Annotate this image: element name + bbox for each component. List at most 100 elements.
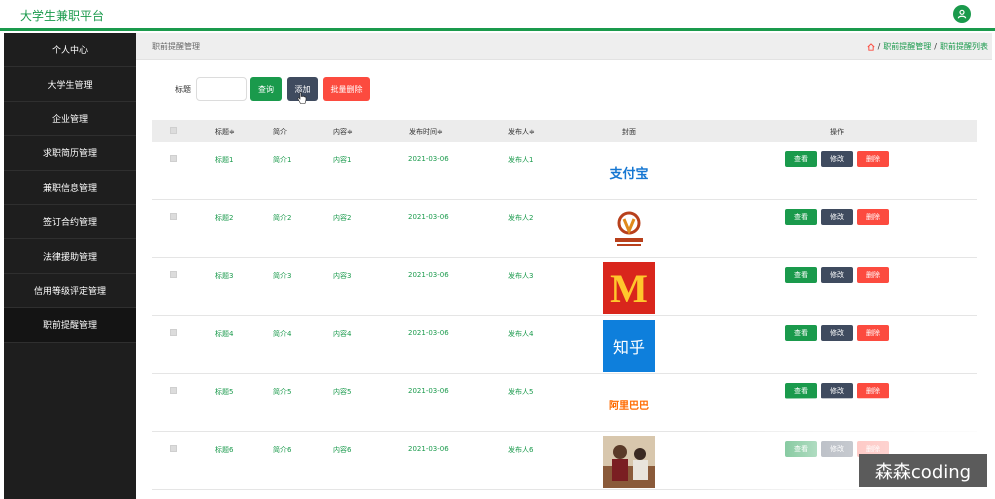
- row-actions: 查看 修改 删除: [785, 267, 889, 283]
- cell-title: 标题5: [215, 388, 234, 396]
- table-row: 标题1 简介1 内容1 2021-03-06 发布人1 支付宝 查看 修改 删除: [152, 142, 977, 200]
- col-content-header[interactable]: 内容≑: [333, 127, 353, 137]
- cell-publish-time: 2021-03-06: [408, 329, 449, 337]
- reminder-table: 标题≑ 简介 内容≑ 发布时间≑ 发布人≑ 封面 操作 标题1 简介1 内容1 …: [152, 120, 977, 490]
- row-checkbox[interactable]: [170, 329, 177, 336]
- title-search-input[interactable]: [196, 77, 247, 101]
- edit-button[interactable]: 修改: [821, 325, 853, 341]
- select-all-checkbox[interactable]: [170, 127, 177, 134]
- delete-button[interactable]: 删除: [857, 267, 889, 283]
- cell-intro: 简介2: [273, 214, 292, 222]
- sidebar-item-parttime-info-management[interactable]: 兼职信息管理: [4, 171, 136, 205]
- cover-image-zhihu-logo: 知乎: [603, 320, 655, 372]
- delete-button[interactable]: 删除: [857, 151, 889, 167]
- cell-content: 内容3: [333, 272, 352, 280]
- row-checkbox[interactable]: [170, 387, 177, 394]
- cell-publisher: 发布人4: [508, 330, 534, 338]
- brand-logo-icon: [615, 211, 643, 246]
- breadcrumb: / 职前提醒管理 / 职前提醒列表: [867, 41, 988, 52]
- cover-text: 知乎: [612, 338, 645, 357]
- edit-button[interactable]: 修改: [821, 209, 853, 225]
- cover-text: 阿里巴巴: [609, 400, 649, 412]
- sidebar-item-student-management[interactable]: 大学生管理: [4, 67, 136, 102]
- sidebar-item-preemployment-reminder[interactable]: 职前提醒管理: [4, 308, 136, 343]
- breadcrumb-bar: 职前提醒管理 / 职前提醒管理 / 职前提醒列表: [136, 33, 992, 60]
- sidebar-item-contract-management[interactable]: 签订合约管理: [4, 205, 136, 240]
- cell-publisher: 发布人2: [508, 214, 534, 222]
- row-checkbox[interactable]: [170, 271, 177, 278]
- cover-image-alipay-logo: 支付宝: [603, 146, 655, 198]
- row-checkbox[interactable]: [170, 445, 177, 452]
- cell-title: 标题1: [215, 156, 234, 164]
- view-button[interactable]: 查看: [785, 441, 817, 457]
- cell-content: 内容5: [333, 388, 352, 396]
- hand-cursor-icon: [297, 92, 307, 104]
- cell-title: 标题3: [215, 272, 234, 280]
- watermark: 森森coding: [859, 454, 987, 487]
- view-button[interactable]: 查看: [785, 267, 817, 283]
- cell-publish-time: 2021-03-06: [408, 271, 449, 279]
- edit-button[interactable]: 修改: [821, 441, 853, 457]
- delete-button[interactable]: 删除: [857, 209, 889, 225]
- sidebar-item-label: 企业管理: [51, 114, 88, 125]
- cell-publisher: 发布人5: [508, 388, 534, 396]
- cell-content: 内容4: [333, 330, 352, 338]
- col-publisher-header[interactable]: 发布人≑: [508, 127, 535, 137]
- sidebar-item-label: 个人中心: [51, 46, 88, 57]
- cell-intro: 简介5: [273, 388, 292, 396]
- cell-publisher: 发布人1: [508, 156, 534, 164]
- cell-content: 内容2: [333, 214, 352, 222]
- sidebar-item-label: 签订合约管理: [42, 218, 97, 229]
- cell-intro: 简介3: [273, 272, 292, 280]
- delete-button[interactable]: 删除: [857, 383, 889, 399]
- cell-publish-time: 2021-03-06: [408, 445, 449, 453]
- cell-title: 标题6: [215, 446, 234, 454]
- sidebar-item-legal-aid-management[interactable]: 法律援助管理: [4, 239, 136, 274]
- breadcrumb-separator: /: [877, 42, 881, 51]
- cover-image-alibaba-logo: 阿里巴巴: [603, 378, 655, 430]
- sidebar-item-company-management[interactable]: 企业管理: [4, 102, 136, 137]
- breadcrumb-link-reminder[interactable]: 职前提醒管理: [883, 41, 931, 52]
- edit-button[interactable]: 修改: [821, 151, 853, 167]
- sidebar-item-label: 大学生管理: [47, 80, 93, 91]
- view-button[interactable]: 查看: [785, 209, 817, 225]
- page-title: 职前提醒管理: [152, 42, 200, 51]
- delete-button[interactable]: 删除: [857, 325, 889, 341]
- query-button[interactable]: 查询: [250, 77, 282, 101]
- user-icon[interactable]: [953, 5, 971, 23]
- table-row: 标题6 简介6 内容6 2021-03-06 发布人6 查看 修改 删除: [152, 432, 977, 490]
- view-button[interactable]: 查看: [785, 151, 817, 167]
- row-actions: 查看 修改 删除: [785, 325, 889, 341]
- sidebar-item-credit-rating-management[interactable]: 信用等级评定管理: [4, 274, 136, 309]
- cover-image-people-photo: [603, 436, 655, 488]
- sidebar-item-personal-center[interactable]: 个人中心: [4, 33, 136, 68]
- edit-button[interactable]: 修改: [821, 383, 853, 399]
- sidebar: 个人中心 大学生管理 企业管理 求职简历管理 兼职信息管理 签订合约管理 法律援…: [4, 33, 136, 499]
- brand-title: 大学生兼职平台: [20, 9, 105, 23]
- col-title-header[interactable]: 标题≑: [215, 127, 235, 137]
- table-row: 标题2 简介2 内容2 2021-03-06 发布人2 查看 修改 删除: [152, 200, 977, 258]
- view-button[interactable]: 查看: [785, 383, 817, 399]
- view-button[interactable]: 查看: [785, 325, 817, 341]
- col-cover-header: 封面: [622, 128, 636, 136]
- home-icon[interactable]: [867, 42, 875, 51]
- breadcrumb-current: 职前提醒列表: [940, 42, 988, 51]
- row-checkbox[interactable]: [170, 155, 177, 162]
- col-intro-header: 简介: [273, 128, 287, 136]
- cell-publisher: 发布人3: [508, 272, 534, 280]
- search-bar: 标题 查询 添加 批量删除: [175, 77, 370, 101]
- cell-intro: 简介6: [273, 446, 292, 454]
- people-photo-icon: [603, 436, 655, 488]
- batch-delete-button[interactable]: 批量删除: [323, 77, 370, 101]
- table-row: 标题5 简介5 内容5 2021-03-06 发布人5 阿里巴巴 查看 修改 删…: [152, 374, 977, 432]
- col-publish-time-header[interactable]: 发布时间≑: [409, 127, 443, 137]
- cell-intro: 简介4: [273, 330, 292, 338]
- cell-content: 内容6: [333, 446, 352, 454]
- cover-text: M: [610, 265, 648, 311]
- cover-image-mcdonalds-logo: M: [603, 262, 655, 314]
- sidebar-item-label: 法律援助管理: [42, 252, 97, 263]
- edit-button[interactable]: 修改: [821, 267, 853, 283]
- sidebar-item-resume-management[interactable]: 求职简历管理: [4, 136, 136, 171]
- row-checkbox[interactable]: [170, 213, 177, 220]
- cell-title: 标题4: [215, 330, 234, 338]
